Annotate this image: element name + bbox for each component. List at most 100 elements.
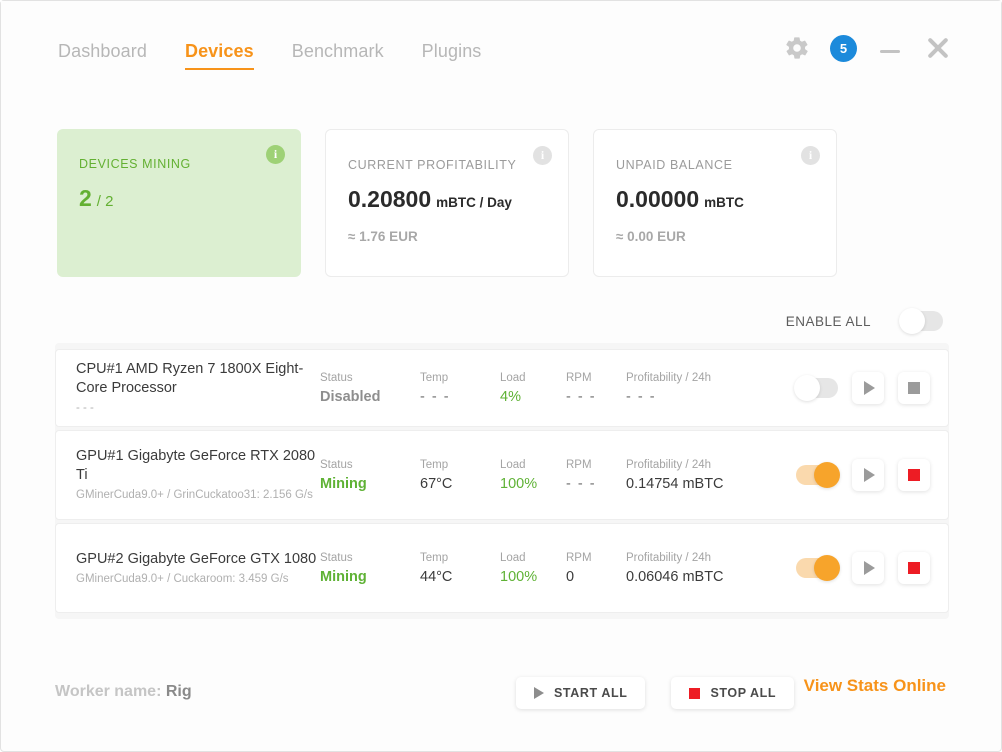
card-value: 2 [79,185,92,212]
column-header-temp: Temp [420,552,452,564]
device-algo: - - - [76,401,322,416]
play-icon [534,687,544,699]
device-algo: GMinerCuda9.0+ / Cuckaroom: 3.459 G/s [76,572,322,587]
device-rpm-value: - - - [566,476,596,492]
device-start-button[interactable] [852,372,884,404]
notification-badge[interactable]: 5 [830,35,857,62]
device-rpm-value: 0 [566,569,592,585]
info-icon[interactable]: i [266,145,285,164]
column-header-profitability: Profitability / 24h [626,459,724,471]
device-title: GPU#2 Gigabyte GeForce GTX 1080 [76,550,322,569]
device-status-cell: Status Mining [320,431,367,519]
device-profitability-cell: Profitability / 24h - - - [626,350,711,426]
device-temp-value: 44°C [420,569,452,585]
device-profitability-value: 0.14754 mBTC [626,476,724,492]
column-header-rpm: RPM [566,459,596,471]
column-header-profitability: Profitability / 24h [626,372,711,384]
enable-all-toggle[interactable] [901,311,943,331]
device-name-cell: CPU#1 AMD Ryzen 7 1800X Eight-Core Proce… [76,350,322,426]
device-enable-toggle[interactable] [796,558,838,578]
tab-plugins-label: Plugins [422,41,482,61]
device-name-cell: GPU#2 Gigabyte GeForce GTX 1080 GMinerCu… [76,524,322,612]
card-value-row: 2 / 2 [79,185,279,212]
device-controls [796,350,930,426]
card-unit: mBTC [704,195,744,210]
device-enable-toggle[interactable] [796,465,838,485]
device-temp-cell: Temp 67°C [420,431,452,519]
column-header-status: Status [320,552,367,564]
card-label: DEVICES MINING [79,157,279,171]
table-row[interactable]: GPU#2 Gigabyte GeForce GTX 1080 GMinerCu… [55,523,949,613]
device-temp-value: - - - [420,389,450,405]
column-header-rpm: RPM [566,372,596,384]
stop-all-label: STOP ALL [710,686,776,700]
info-icon[interactable]: i [801,146,820,165]
tab-active-underline [185,68,254,70]
device-controls [796,524,930,612]
device-rpm-cell: RPM - - - [566,431,596,519]
minimize-icon[interactable] [877,35,903,61]
view-stats-label: View Stats Online [804,676,946,695]
device-stop-button[interactable] [898,372,930,404]
table-row[interactable]: CPU#1 AMD Ryzen 7 1800X Eight-Core Proce… [55,349,949,427]
tab-plugins[interactable]: Plugins [422,41,504,70]
device-start-button[interactable] [852,552,884,584]
device-status-cell: Status Disabled [320,350,380,426]
close-icon[interactable] [923,33,953,63]
device-enable-toggle[interactable] [796,378,838,398]
device-profitability-value: 0.06046 mBTC [626,569,724,585]
start-all-label: START ALL [554,686,627,700]
card-unit: mBTC / Day [436,195,512,210]
play-icon [864,561,875,575]
device-status-cell: Status Mining [320,524,367,612]
device-status-value: Disabled [320,389,380,405]
start-all-button[interactable]: START ALL [516,677,645,709]
stop-all-button[interactable]: STOP ALL [671,677,794,709]
device-stop-button[interactable] [898,552,930,584]
column-header-temp: Temp [420,372,450,384]
column-header-temp: Temp [420,459,452,471]
device-rpm-cell: RPM - - - [566,350,596,426]
app-window: Dashboard Devices Benchmark Plugins 5 [0,0,1002,752]
device-load-value: 100% [500,569,537,585]
device-title: CPU#1 AMD Ryzen 7 1800X Eight-Core Proce… [76,360,322,398]
tab-dashboard[interactable]: Dashboard [58,41,169,70]
stop-icon [908,469,920,481]
column-header-rpm: RPM [566,552,592,564]
enable-all-row: ENABLE ALL [786,311,943,331]
worker-name-value: Rig [166,683,192,700]
tab-devices[interactable]: Devices [185,41,276,70]
play-icon [864,381,875,395]
toggle-knob [899,308,925,334]
device-load-value: 4% [500,389,526,405]
device-start-button[interactable] [852,459,884,491]
gear-icon[interactable] [784,35,810,61]
column-header-status: Status [320,372,380,384]
card-value: 0.20800 [348,186,431,213]
notification-count: 5 [840,41,847,56]
device-temp-value: 67°C [420,476,452,492]
device-rpm-value: - - - [566,389,596,405]
card-devices-mining: i DEVICES MINING 2 / 2 [57,129,301,277]
column-header-status: Status [320,459,367,471]
top-bar: Dashboard Devices Benchmark Plugins 5 [1,1,1001,101]
device-algo: GMinerCuda9.0+ / GrinCuckatoo31: 2.156 G… [76,488,322,503]
info-icon[interactable]: i [533,146,552,165]
worker-name-label: Worker name: [55,683,161,700]
device-list: CPU#1 AMD Ryzen 7 1800X Eight-Core Proce… [55,343,949,619]
tab-benchmark[interactable]: Benchmark [292,41,406,70]
device-load-value: 100% [500,476,537,492]
view-stats-online-link[interactable]: View Stats Online [804,676,946,696]
footer-bar: Worker name: Rig START ALL STOP ALL View… [1,651,1001,751]
table-row[interactable]: GPU#1 Gigabyte GeForce RTX 2080 Ti GMine… [55,430,949,520]
toggle-knob [814,555,840,581]
worker-name: Worker name: Rig [55,683,192,701]
device-profitability-cell: Profitability / 24h 0.14754 mBTC [626,431,724,519]
device-rpm-cell: RPM 0 [566,524,592,612]
device-stop-button[interactable] [898,459,930,491]
device-load-cell: Load 4% [500,350,526,426]
card-value: 0.00000 [616,186,699,213]
device-controls [796,431,930,519]
card-value-row: 0.20800 mBTC / Day [348,186,546,213]
device-load-cell: Load 100% [500,524,537,612]
